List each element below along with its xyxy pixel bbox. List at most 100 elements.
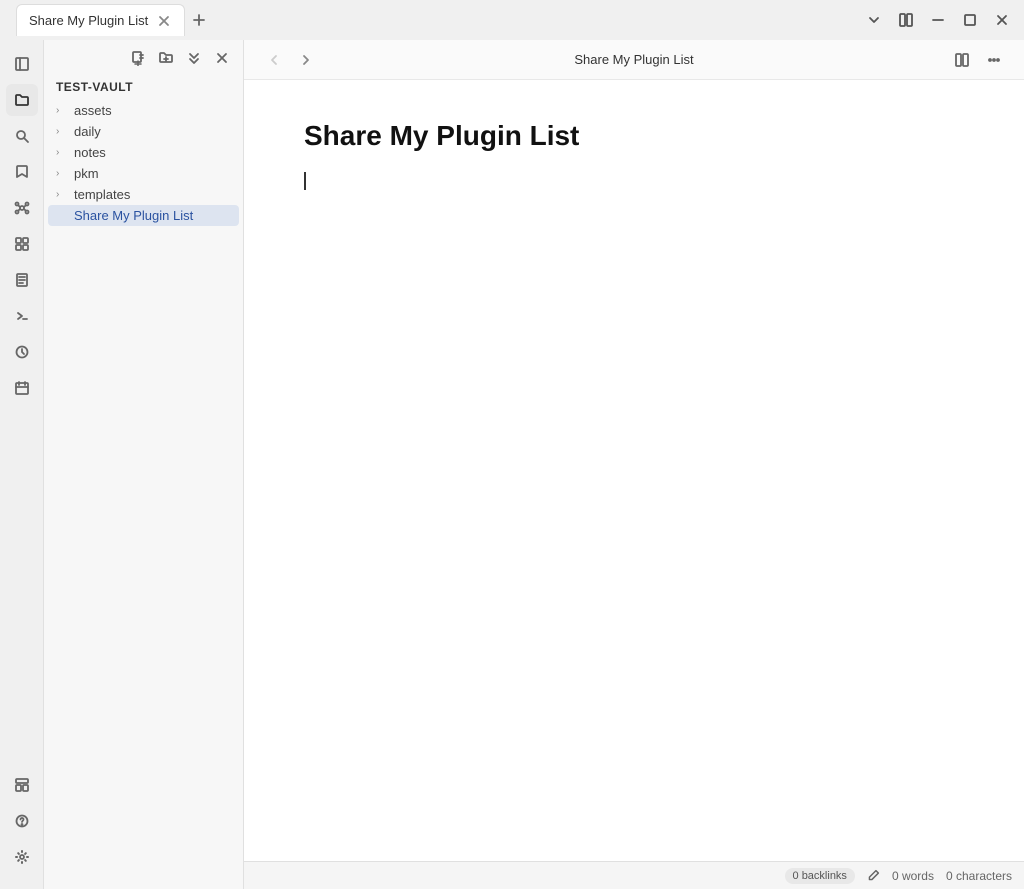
- collapse-all-button[interactable]: [181, 45, 207, 71]
- minimize-icon: [930, 12, 946, 28]
- chevron-icon: ›: [56, 189, 70, 200]
- book-icon: [954, 52, 970, 68]
- split-icon: [898, 12, 914, 28]
- tab-bar: Share My Plugin List: [16, 4, 852, 36]
- bookmark-button[interactable]: [6, 156, 38, 188]
- text-cursor: [304, 172, 306, 190]
- content-area: Share My Plugin List Share My Plugin Lis…: [244, 40, 1024, 889]
- split-view-button[interactable]: [892, 6, 920, 34]
- activity-bar-top: [6, 48, 38, 765]
- back-icon: [266, 52, 282, 68]
- graph-icon: [14, 200, 30, 216]
- new-note-button[interactable]: [125, 45, 151, 71]
- search-icon: [14, 128, 30, 144]
- template-icon: [14, 777, 30, 793]
- backlinks-status[interactable]: 0 backlinks: [785, 868, 855, 884]
- plus-icon: [191, 12, 207, 28]
- maximize-icon: [962, 12, 978, 28]
- extensions-button[interactable]: [6, 228, 38, 260]
- folder-notes[interactable]: › notes: [48, 142, 239, 163]
- back-button[interactable]: [260, 46, 288, 74]
- content-toolbar: Share My Plugin List: [244, 40, 1024, 80]
- sidebar-toggle-button[interactable]: [6, 48, 38, 80]
- active-tab[interactable]: Share My Plugin List: [16, 4, 185, 36]
- calendar-icon: [14, 380, 30, 396]
- minimize-button[interactable]: [924, 6, 952, 34]
- chevron-icon: ›: [56, 126, 70, 137]
- new-folder-button[interactable]: [153, 45, 179, 71]
- forward-icon: [298, 52, 314, 68]
- graph-button[interactable]: [6, 192, 38, 224]
- tab-label: Share My Plugin List: [29, 13, 148, 28]
- settings-icon: [14, 849, 30, 865]
- clock-icon: [14, 344, 30, 360]
- char-count: 0 characters: [946, 869, 1012, 883]
- backlinks-count: 0 backlinks: [785, 868, 855, 884]
- reading-mode-button[interactable]: [948, 46, 976, 74]
- more-options-button[interactable]: [980, 46, 1008, 74]
- pages-button[interactable]: [6, 264, 38, 296]
- folder-pkm[interactable]: › pkm: [48, 163, 239, 184]
- status-bar: 0 backlinks 0 words 0 characters: [244, 861, 1024, 889]
- folder-label: pkm: [74, 166, 231, 181]
- editor-area[interactable]: Share My Plugin List: [244, 80, 1024, 861]
- folder-label: assets: [74, 103, 231, 118]
- new-note-icon: [130, 50, 146, 66]
- folder-daily[interactable]: › daily: [48, 121, 239, 142]
- main-layout: TEST-VAULT › assets › daily › notes › pk…: [0, 40, 1024, 889]
- new-tab-button[interactable]: [185, 6, 213, 34]
- forward-button[interactable]: [292, 46, 320, 74]
- chevron-icon: ›: [56, 168, 70, 179]
- settings-button[interactable]: [6, 841, 38, 873]
- clock-button[interactable]: [6, 336, 38, 368]
- file-share-my-plugin-list[interactable]: › Share My Plugin List: [48, 205, 239, 226]
- maximize-button[interactable]: [956, 6, 984, 34]
- template-button[interactable]: [6, 769, 38, 801]
- extensions-icon: [14, 236, 30, 252]
- title-bar: Share My Plugin List: [0, 0, 1024, 40]
- close-icon: [214, 50, 230, 66]
- terminal-button[interactable]: [6, 300, 38, 332]
- char-count-status: 0 characters: [946, 869, 1012, 883]
- search-button[interactable]: [6, 120, 38, 152]
- activity-bar: [0, 40, 44, 889]
- file-tree: › assets › daily › notes › pkm › templat…: [44, 98, 243, 889]
- calendar-button[interactable]: [6, 372, 38, 404]
- content-actions: [948, 46, 1008, 74]
- sidebar-toolbar: [44, 40, 243, 76]
- close-window-icon: [994, 12, 1010, 28]
- help-button[interactable]: [6, 805, 38, 837]
- content-title: Share My Plugin List: [574, 52, 693, 67]
- folder-icon: [14, 92, 30, 108]
- help-icon: [14, 813, 30, 829]
- pencil-icon: [867, 869, 880, 882]
- navigation-controls: [260, 46, 320, 74]
- edit-icon-status: [867, 869, 880, 882]
- new-folder-icon: [158, 50, 174, 66]
- more-icon: [986, 52, 1002, 68]
- bookmark-icon: [14, 164, 30, 180]
- editor-content[interactable]: [304, 172, 964, 190]
- dropdown-button[interactable]: [860, 6, 888, 34]
- folder-label: daily: [74, 124, 231, 139]
- pages-icon: [14, 272, 30, 288]
- chevron-icon: ›: [56, 105, 70, 116]
- file-explorer-button[interactable]: [6, 84, 38, 116]
- file-label: Share My Plugin List: [74, 208, 231, 223]
- word-count-status: 0 words: [892, 869, 934, 883]
- word-count: 0 words: [892, 869, 934, 883]
- chevron-icon: ›: [56, 147, 70, 158]
- tab-close-button[interactable]: [156, 13, 172, 29]
- folder-assets[interactable]: › assets: [48, 100, 239, 121]
- close-sidebar-button[interactable]: [209, 45, 235, 71]
- close-window-button[interactable]: [988, 6, 1016, 34]
- folder-label: templates: [74, 187, 231, 202]
- close-icon: [156, 13, 172, 29]
- folder-templates[interactable]: › templates: [48, 184, 239, 205]
- vault-name: TEST-VAULT: [44, 76, 243, 98]
- sidebar-icon: [14, 56, 30, 72]
- folder-label: notes: [74, 145, 231, 160]
- collapse-icon: [186, 50, 202, 66]
- activity-bar-bottom: [6, 769, 38, 881]
- window-controls: [860, 6, 1016, 34]
